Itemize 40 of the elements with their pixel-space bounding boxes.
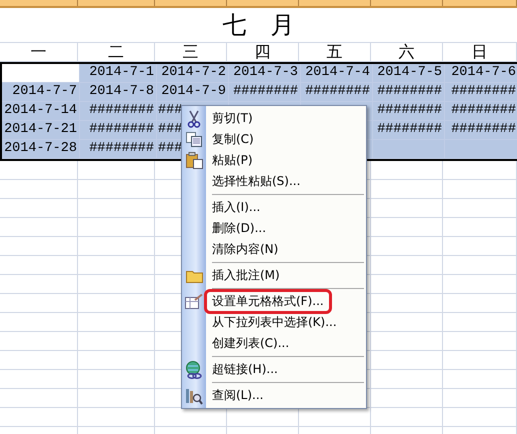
menu-item[interactable]: 插入批注(M)	[206, 267, 280, 284]
table-cell: 2014-7-21	[2, 121, 80, 140]
menu-item[interactable]: 插入(I)...	[206, 199, 260, 216]
table-cell: ########	[373, 83, 445, 102]
table-cell: ########	[301, 83, 373, 102]
table-cell: 2014-7-5	[373, 64, 445, 83]
weekday-cell: 二	[78, 43, 155, 62]
table-cell: 2014-7-6	[445, 64, 517, 83]
table-cell: 2014-7-14	[2, 102, 80, 121]
table-cell: ########	[373, 102, 445, 121]
weekday-cell: 五	[299, 43, 371, 62]
table-cell: 2014-7-3	[229, 64, 301, 83]
table-cell: 2014-7-28	[2, 140, 80, 159]
table-cell: ########	[80, 102, 157, 121]
menu-item[interactable]: 超链接(H)...	[206, 361, 278, 378]
weekday-cell: 三	[155, 43, 227, 62]
table-cell: 2014-7-8	[80, 83, 157, 102]
table-cell: ########	[445, 121, 517, 140]
menu-item[interactable]: 清除内容(N)	[206, 241, 278, 258]
menu-item[interactable]: 查阅(L)...	[206, 387, 264, 404]
weekday-cell: 日	[443, 43, 517, 62]
calendar-title: 七 月	[0, 8, 517, 43]
table-cell: ########	[445, 83, 517, 102]
table-cell: ########	[229, 83, 301, 102]
menu-item[interactable]: 从下拉列表中选择(K)...	[206, 314, 337, 331]
table-cell: 2014-7-7	[2, 83, 80, 102]
table-cell: ########	[80, 121, 157, 140]
table-cell: 2014-7-4	[301, 64, 373, 83]
table-cell: 2014-7-2	[157, 64, 229, 83]
menu-item[interactable]: 删除(D)...	[206, 220, 266, 237]
weekday-cell: 四	[227, 43, 299, 62]
table-cell: ########	[373, 121, 445, 140]
table-cell: ########	[445, 102, 517, 121]
table-cell: 2014-7-9	[157, 83, 229, 102]
weekday-cell: 六	[371, 43, 443, 62]
table-cell: 2014-7-1	[80, 64, 157, 83]
menu-item[interactable]: 创建列表(C)...	[206, 335, 290, 352]
menu-item[interactable]: 选择性粘贴(S)...	[206, 173, 300, 190]
table-cell: ########	[80, 140, 157, 159]
weekday-cell: 一	[0, 43, 78, 62]
